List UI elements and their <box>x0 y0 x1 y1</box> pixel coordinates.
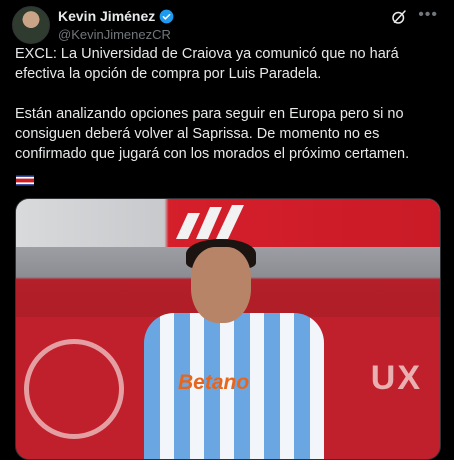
costa-rica-flag-icon <box>16 175 34 186</box>
author-name[interactable]: Kevin Jiménez <box>58 8 155 24</box>
tweet-header: Kevin Jiménez @KevinJimenezCR ••• <box>12 6 442 46</box>
verified-badge-icon <box>159 9 174 23</box>
tweet-text: EXCL: La Universidad de Craiova ya comun… <box>15 44 440 184</box>
tweet-paragraph-2: Están analizando opciones para seguir en… <box>15 106 410 162</box>
more-options-icon[interactable]: ••• <box>418 6 438 24</box>
author-handle[interactable]: @KevinJimenezCR <box>58 27 171 42</box>
avatar[interactable] <box>12 6 50 44</box>
grok-icon[interactable] <box>390 8 408 26</box>
tweet-media-image[interactable]: UX Betano <box>15 198 441 460</box>
player-head <box>191 247 251 323</box>
board-text: UX <box>370 359 422 397</box>
tweet-paragraph-1: EXCL: La Universidad de Craiova ya comun… <box>15 46 399 82</box>
author-name-row: Kevin Jiménez <box>58 8 174 24</box>
adidas-logo <box>176 205 244 239</box>
board-logo <box>24 339 124 439</box>
shirt-sponsor: Betano <box>178 371 250 394</box>
